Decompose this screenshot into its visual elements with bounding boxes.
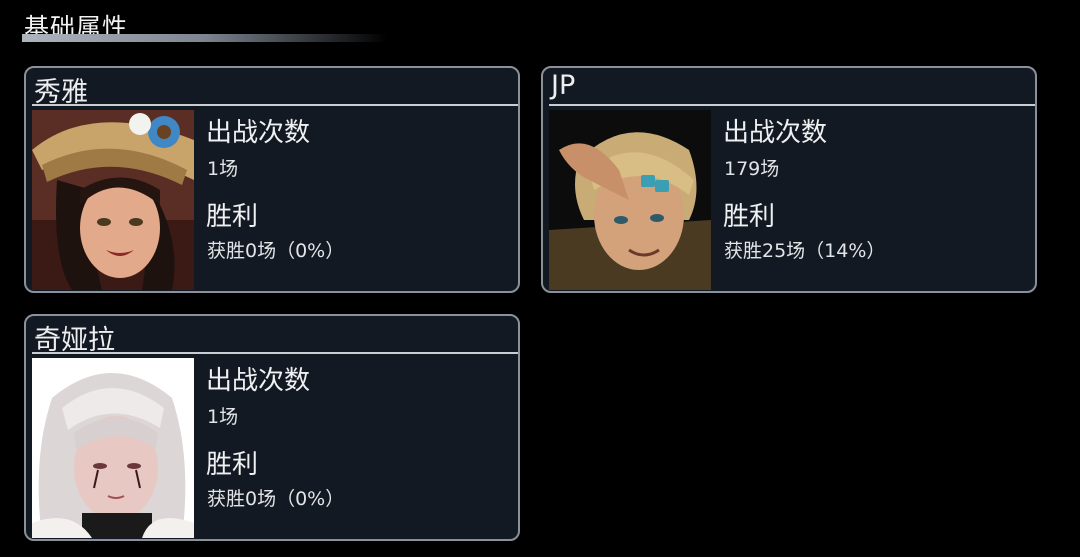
battles-value: 1场 — [207, 406, 239, 428]
character-card-jp[interactable]: JP 出战次数 179场 胜利 获胜25场（14%） — [541, 66, 1037, 293]
character-portrait-qiyala-icon — [32, 358, 194, 538]
wins-label: 胜利 — [206, 450, 259, 480]
wins-label: 胜利 — [723, 202, 776, 232]
card-divider — [549, 104, 1035, 106]
card-divider — [32, 104, 518, 106]
character-card-xiuya[interactable]: 秀雅 出战次数 1场 胜利 获胜0场（0%） — [24, 66, 520, 293]
character-card-qiyala[interactable]: 奇娅拉 出战次数 1场 胜利 获胜0场（0%） — [24, 314, 520, 541]
wins-value: 获胜0场（0%） — [207, 240, 345, 262]
wins-label: 胜利 — [206, 202, 259, 232]
card-divider — [32, 352, 518, 354]
battles-label: 出战次数 — [206, 118, 311, 148]
section-title-underline — [22, 34, 387, 42]
section-header: 基础属性 — [22, 6, 392, 42]
wins-value: 获胜25场（14%） — [724, 240, 886, 262]
character-portrait-jp-icon — [549, 110, 711, 290]
battles-label: 出战次数 — [723, 118, 828, 148]
character-name: JP — [551, 70, 576, 101]
battles-value: 1场 — [207, 158, 239, 180]
wins-value: 获胜0场（0%） — [207, 488, 345, 510]
character-portrait-xiuya-icon — [32, 110, 194, 290]
battles-value: 179场 — [724, 158, 780, 180]
battles-label: 出战次数 — [206, 366, 311, 396]
